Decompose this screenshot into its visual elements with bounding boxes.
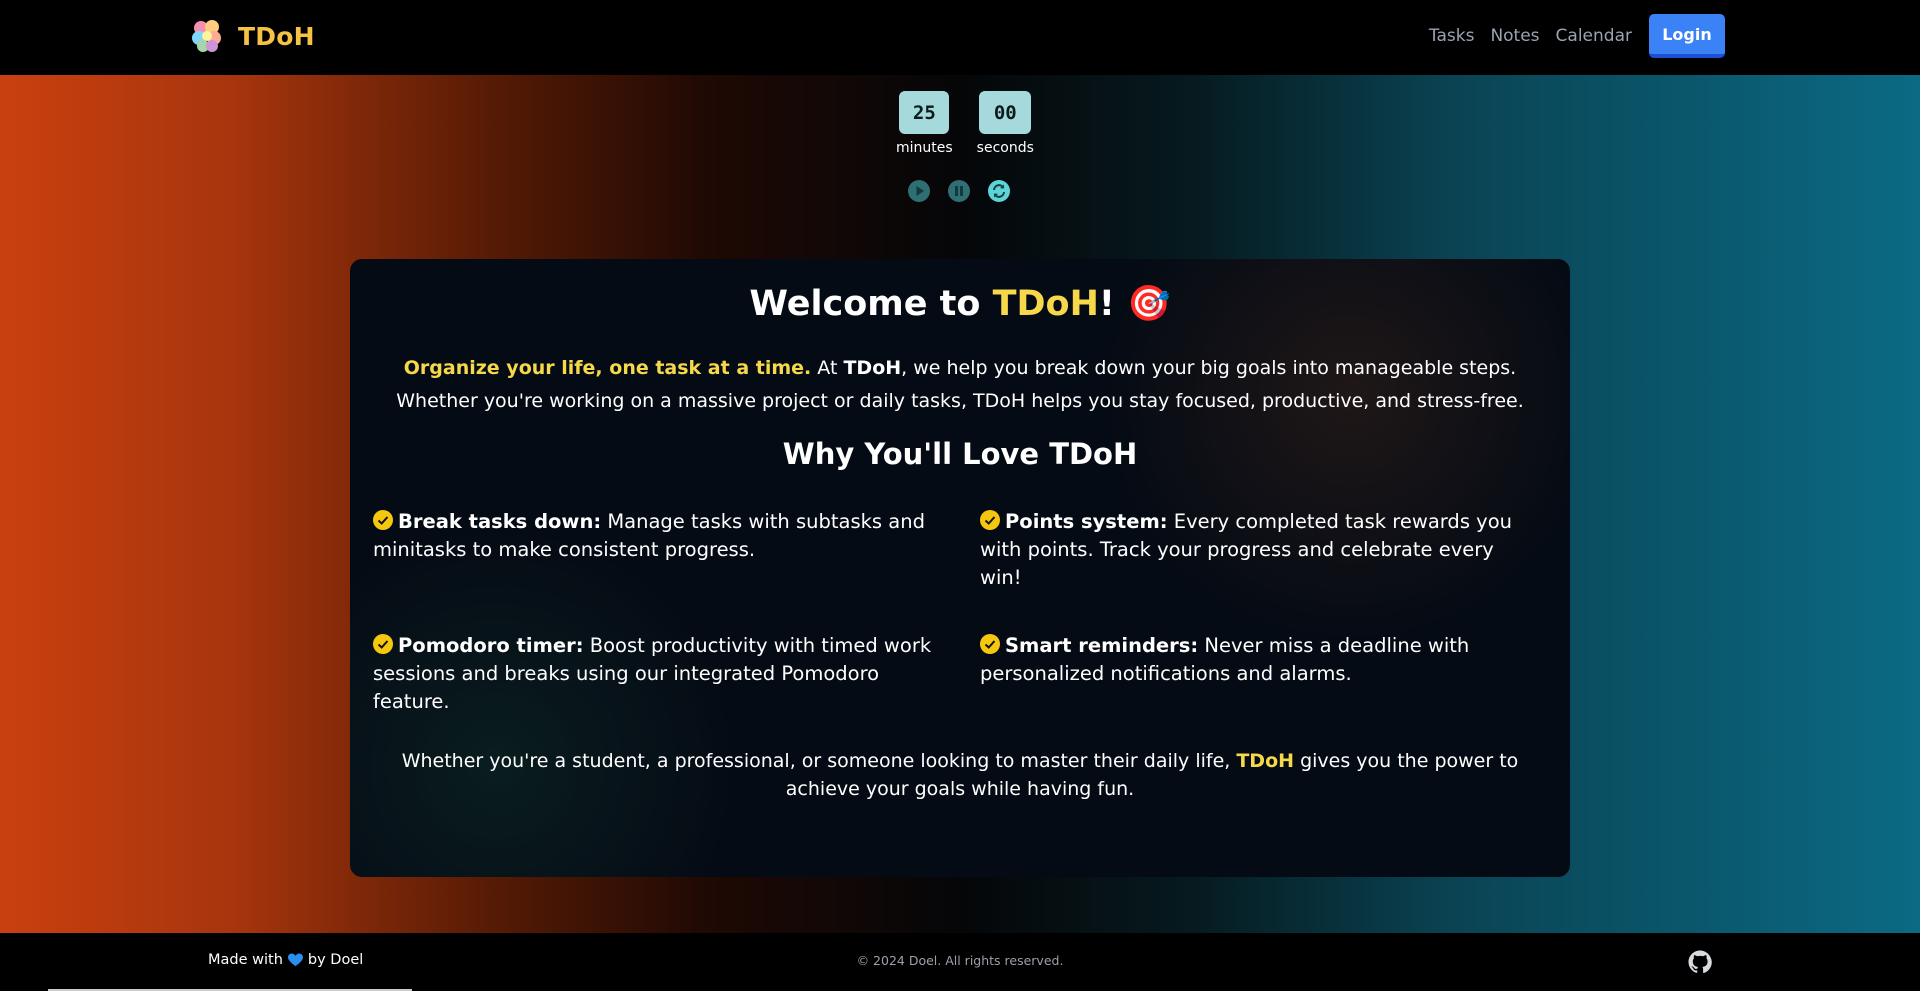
seconds-unit: 00 seconds xyxy=(977,91,1034,156)
check-circle-icon xyxy=(373,510,393,530)
pomodoro-timer: 25 minutes 00 seconds xyxy=(896,91,1034,156)
welcome-title: Welcome to TDoH! 🎯 xyxy=(350,283,1570,324)
navbar: TDoH Tasks Notes Calendar Login xyxy=(0,0,1920,75)
check-circle-icon xyxy=(980,510,1000,530)
title-suffix: ! xyxy=(1098,284,1115,324)
minutes-unit: 25 minutes xyxy=(896,91,953,156)
welcome-card: Welcome to TDoH! 🎯 Organize your life, o… xyxy=(350,259,1570,877)
outro-brand: TDoH xyxy=(1236,750,1295,772)
intro-highlight: Organize your life, one task at a time. xyxy=(403,357,812,379)
seconds-value: 00 xyxy=(979,91,1032,134)
title-prefix: Welcome to xyxy=(749,284,993,324)
feature-title: Break tasks down: xyxy=(398,510,602,533)
intro-text: Organize your life, one task at a time. … xyxy=(370,352,1550,418)
feature-item: Smart reminders: Never miss a deadline w… xyxy=(980,632,1540,688)
feature-title: Pomodoro timer: xyxy=(398,634,584,657)
feature-item: Points system: Every completed task rewa… xyxy=(980,508,1540,592)
nav-link-notes[interactable]: Notes xyxy=(1490,26,1539,46)
outro-text: Whether you're a student, a professional… xyxy=(380,747,1540,803)
section-title: Why You'll Love TDoH xyxy=(782,437,1138,471)
feature-title: Points system: xyxy=(1005,510,1168,533)
minutes-value: 25 xyxy=(899,91,950,134)
check-circle-icon xyxy=(980,634,1000,654)
brand-name: TDoH xyxy=(238,21,315,51)
intro-brand: TDoH xyxy=(843,357,902,379)
github-icon[interactable] xyxy=(1688,950,1712,974)
feature-title: Smart reminders: xyxy=(1005,634,1199,657)
brand[interactable]: TDoH xyxy=(190,18,315,54)
copyright: © 2024 Doel. All rights reserved. xyxy=(856,953,1064,968)
seconds-label: seconds xyxy=(976,140,1034,156)
feature-item: Pomodoro timer: Boost productivity with … xyxy=(373,632,933,716)
timer-controls xyxy=(907,179,1011,203)
feature-item: Break tasks down: Manage tasks with subt… xyxy=(373,508,933,564)
login-button[interactable]: Login xyxy=(1649,14,1725,58)
nav-link-calendar[interactable]: Calendar xyxy=(1556,26,1632,46)
title-brand: TDoH xyxy=(992,284,1099,324)
outro-start: Whether you're a student, a professional… xyxy=(401,750,1237,772)
reset-icon[interactable] xyxy=(987,179,1011,203)
minutes-label: minutes xyxy=(896,140,953,156)
target-icon: 🎯 xyxy=(1127,284,1171,324)
nav-link-tasks[interactable]: Tasks xyxy=(1429,26,1475,46)
play-icon[interactable] xyxy=(907,179,931,203)
intro-at: At xyxy=(811,357,844,379)
footer: Made with by Doel © 2024 Doel. All right… xyxy=(0,933,1920,991)
brain-icon xyxy=(192,20,221,52)
nav-links: Tasks Notes Calendar Login xyxy=(1429,14,1725,58)
check-circle-icon xyxy=(373,634,393,654)
pause-icon[interactable] xyxy=(947,179,971,203)
